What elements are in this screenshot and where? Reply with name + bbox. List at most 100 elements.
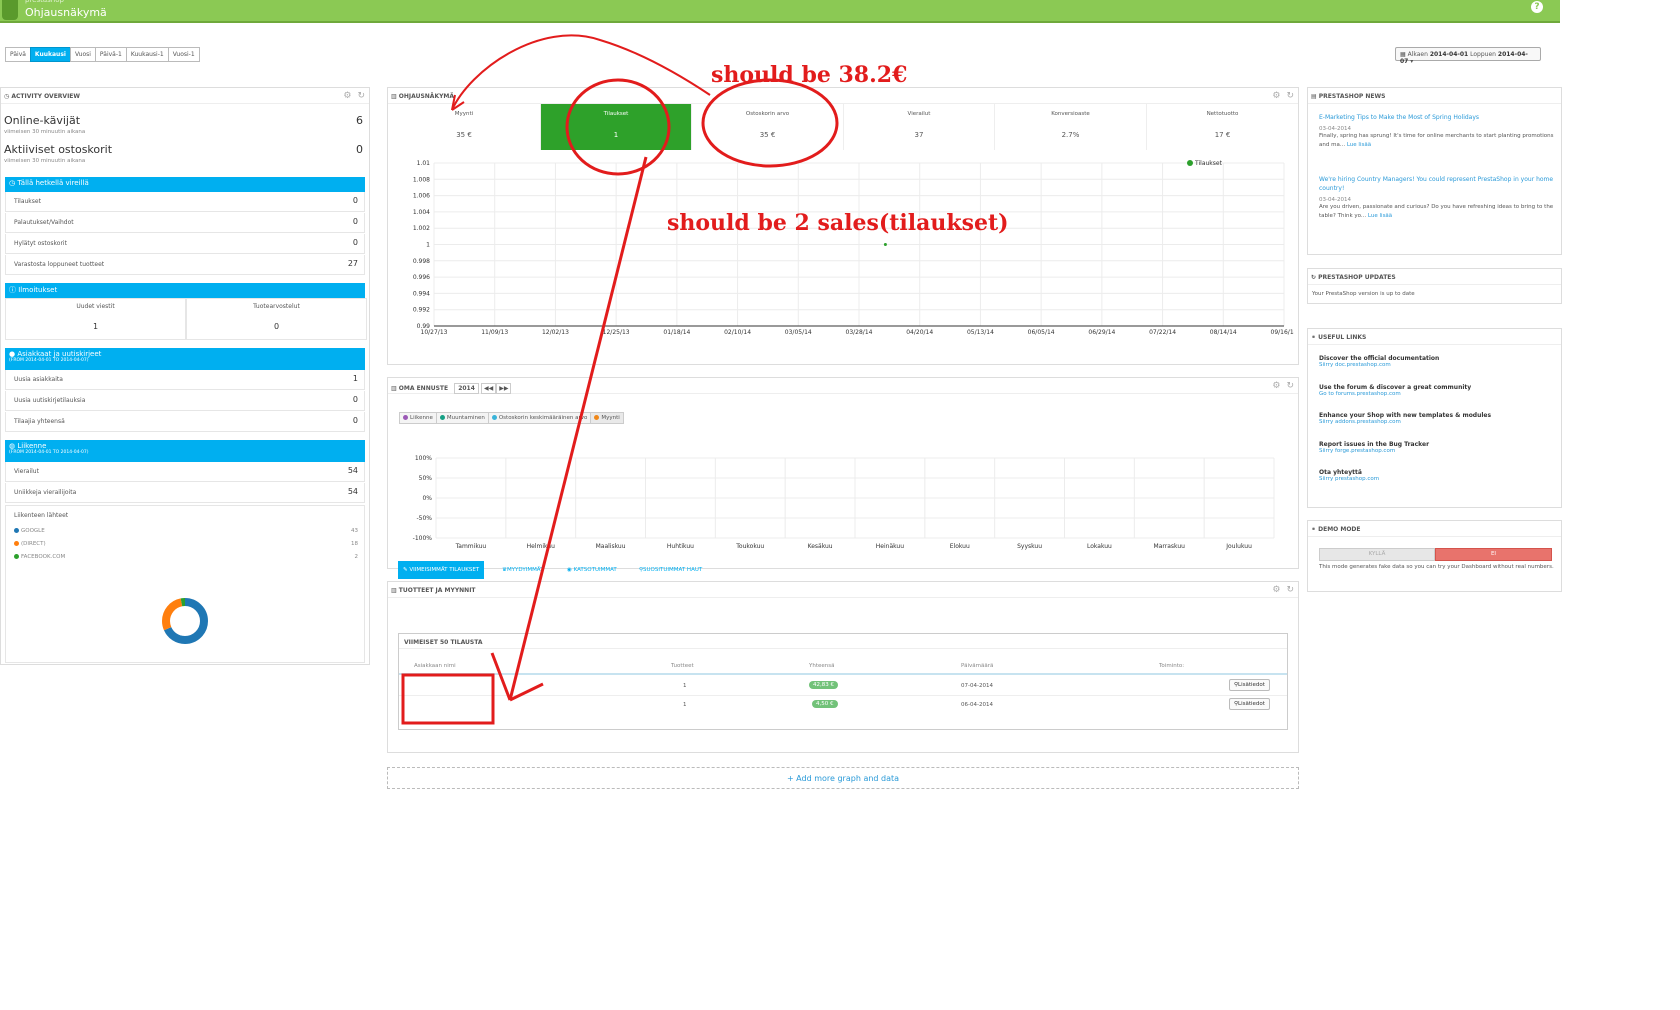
- link-url[interactable]: Siirry addons.prestashop.com: [1319, 419, 1491, 425]
- kpi-net-profit[interactable]: Nettotuotto 17 €: [1147, 104, 1298, 150]
- page-title: Ohjausnäkymä: [25, 6, 107, 19]
- kpi-sales[interactable]: Myynti 35 €: [388, 104, 541, 150]
- panel-title: ◷ ACTIVITY OVERVIEW: [1, 88, 369, 104]
- activity-title: ACTIVITY OVERVIEW: [11, 93, 81, 100]
- kpi-conversion[interactable]: Konversioaste 2.7%: [995, 104, 1147, 150]
- useful-link[interactable]: Enhance your Shop with new templates & m…: [1319, 412, 1491, 425]
- period-prev-day-button[interactable]: Päivä-1: [94, 47, 127, 62]
- legend-sales[interactable]: Myynti: [590, 412, 624, 424]
- details-button[interactable]: ⚲Lisätiedot: [1229, 698, 1270, 710]
- pending-row[interactable]: Tilaukset 0: [5, 192, 365, 212]
- legend-label: Ostoskorin keskimääräinen arvo: [498, 415, 588, 421]
- configure-icon[interactable]: ⚙: [1272, 91, 1280, 101]
- period-month-button[interactable]: Kuukausi: [29, 47, 71, 62]
- pending-row[interactable]: Hylätyt ostoskorit 0: [5, 234, 365, 254]
- source-label: (DIRECT): [21, 541, 46, 547]
- x-tick-label: 06/29/14: [1088, 329, 1115, 336]
- useful-link[interactable]: Ota yhteyttä Siirry prestashop.com: [1319, 469, 1379, 482]
- col-customer: Asiakkaan nimi: [414, 663, 456, 669]
- y-tick-label: 50%: [419, 475, 433, 482]
- active-carts-label: Aktiiviset ostoskorit: [4, 143, 113, 156]
- kpi-visits[interactable]: Vierailut 37: [844, 104, 995, 150]
- useful-link[interactable]: Report issues in the Bug Tracker Siirry f…: [1319, 441, 1429, 454]
- demo-yes-toggle[interactable]: KYLLÄ: [1319, 548, 1435, 561]
- pending-row[interactable]: Palautukset/Vaihdot 0: [5, 213, 365, 233]
- traffic-sources-box: Liikenteen lähteet GOOGLE 43 (DIRECT) 18 F…: [5, 505, 365, 663]
- kpi-label: Tilaukset: [603, 111, 629, 117]
- source-dot: [14, 528, 19, 533]
- add-more-graph-button[interactable]: + Add more graph and data: [387, 767, 1299, 789]
- panel-title: ▥ OHJAUSNÄKYMÄ: [388, 88, 1298, 104]
- panel-tools: ⚙ ↻: [1266, 381, 1294, 391]
- date-range-picker[interactable]: ▦ Alkaen 2014-04-01 Loppuen 2014-04-07 ▾: [1395, 47, 1541, 65]
- tab-best-sellers[interactable]: ♛MYYDYIMMÄT: [497, 561, 549, 579]
- period-prev-month-button[interactable]: Kuukausi-1: [125, 47, 169, 62]
- x-tick-label: 05/13/14: [967, 329, 994, 336]
- refresh-icon[interactable]: ↻: [357, 91, 365, 101]
- kpi-label: Nettotuotto: [1206, 111, 1239, 117]
- help-button[interactable]: ? Ohje: [1526, 0, 1548, 32]
- table-row[interactable]: 1 4,50 € 06-04-2014 ⚲Lisätiedot: [399, 696, 1287, 715]
- forecast-year: 2014: [454, 383, 479, 394]
- next-year-icon[interactable]: ▶▶: [496, 383, 512, 394]
- link-url[interactable]: Siirry forge.prestashop.com: [1319, 448, 1429, 454]
- period-day-button[interactable]: Päivä: [5, 47, 31, 62]
- shop-logo-icon[interactable]: [2, 0, 18, 20]
- prev-year-icon[interactable]: ◀◀: [481, 383, 497, 394]
- x-tick-label: Tammikuu: [455, 543, 487, 550]
- link-url[interactable]: Go to forums.prestashop.com: [1319, 391, 1471, 397]
- customers-row[interactable]: Uusia asiakkaita 1: [5, 370, 365, 390]
- pending-row[interactable]: Varastosta loppuneet tuotteet 27: [5, 255, 365, 275]
- news-link[interactable]: We're hiring Country Managers! You could…: [1319, 175, 1554, 193]
- panel-title: ▥ TUOTTEET JA MYYNNIT: [388, 582, 1298, 598]
- refresh-icon[interactable]: ↻: [1286, 585, 1294, 595]
- link-url[interactable]: Siirry prestashop.com: [1319, 476, 1379, 482]
- traffic-row[interactable]: Uniikkeja vierailijoita 54: [5, 483, 365, 503]
- activity-overview-panel: ◷ ACTIVITY OVERVIEW ⚙ ↻ Online-kävijät 6 …: [0, 87, 370, 665]
- read-more-link[interactable]: Lue lisää: [1368, 213, 1392, 219]
- customers-label: Tilaajia yhteensä: [14, 418, 65, 425]
- read-more-link[interactable]: Lue lisää: [1347, 142, 1371, 148]
- period-year-button[interactable]: Vuosi: [69, 47, 96, 62]
- refresh-icon[interactable]: ↻: [1286, 381, 1294, 391]
- prestashop-news-panel: ▤ PRESTASHOP NEWS E-Marketing Tips to Ma…: [1307, 87, 1562, 255]
- table-header: Asiakkaan nimi Tuotteet Yhteensä Päivämä…: [399, 663, 1287, 675]
- tab-label: SUOSITUIMMAT HAUT: [643, 567, 703, 573]
- period-prev-year-button[interactable]: Vuosi-1: [167, 47, 200, 62]
- new-messages-box[interactable]: Uudet viestit 1: [5, 298, 186, 340]
- configure-icon[interactable]: ⚙: [343, 91, 351, 101]
- online-visitors-sub: viimeisen 30 minuutin aikana: [4, 129, 86, 135]
- link-url[interactable]: Siirry doc.prestashop.com: [1319, 362, 1439, 368]
- legend-dot: [491, 415, 497, 420]
- product-reviews-box[interactable]: Tuotearvostelut 0: [186, 298, 367, 340]
- demo-no-toggle[interactable]: EI: [1435, 548, 1552, 561]
- customers-row[interactable]: Tilaajia yhteensä 0: [5, 412, 365, 432]
- refresh-icon[interactable]: ↻: [1286, 91, 1294, 101]
- customers-row[interactable]: Uusia uutiskirjetilauksia 0: [5, 391, 365, 411]
- useful-link[interactable]: Use the forum & discover a great communi…: [1319, 384, 1471, 397]
- details-button[interactable]: ⚲Lisätiedot: [1229, 679, 1270, 691]
- kpi-value: 17 €: [1214, 131, 1231, 139]
- traffic-row[interactable]: Vierailut 54: [5, 462, 365, 482]
- x-tick-label: Maaliskuu: [596, 543, 626, 550]
- y-tick-label: 1: [426, 242, 430, 249]
- tab-most-viewed[interactable]: ◉ KATSOTUIMMAT: [562, 561, 622, 579]
- configure-icon[interactable]: ⚙: [1272, 381, 1280, 391]
- legend-conversion[interactable]: Muuntaminen: [435, 412, 489, 424]
- tab-recent-orders[interactable]: ✎ VIIMEISIMMÄT TILAUKSET: [398, 561, 485, 579]
- news-link[interactable]: E-Marketing Tips to Make the Most of Spr…: [1319, 114, 1554, 121]
- source-value: 2: [354, 554, 359, 560]
- traffic-section-header: ◍ Liikenne (FROM 2014-04-01 TO 2014-04-07…: [5, 440, 365, 462]
- configure-icon[interactable]: ⚙: [1272, 585, 1280, 595]
- online-visitors-value: 6: [356, 114, 363, 127]
- kpi-orders[interactable]: Tilaukset 1: [541, 104, 692, 150]
- table-row[interactable]: 1 42,83 € 07-04-2014 ⚲Lisätiedot: [399, 677, 1287, 696]
- tab-top-searches[interactable]: ⚲SUOSITUIMMAT HAUT: [634, 561, 707, 579]
- panel-tools: ⚙ ↻: [337, 91, 365, 101]
- news-excerpt: Finally, spring has sprung! It's time fo…: [1319, 132, 1554, 150]
- pending-value: 27: [347, 259, 358, 268]
- legend-avg-cart[interactable]: Ostoskorin keskimääräinen arvo: [487, 412, 592, 424]
- kpi-cart-value[interactable]: Ostoskorin arvo 35 €: [692, 104, 844, 150]
- legend-traffic[interactable]: Liikenne: [399, 412, 437, 424]
- useful-link[interactable]: Discover the official documentation Siirr…: [1319, 355, 1439, 368]
